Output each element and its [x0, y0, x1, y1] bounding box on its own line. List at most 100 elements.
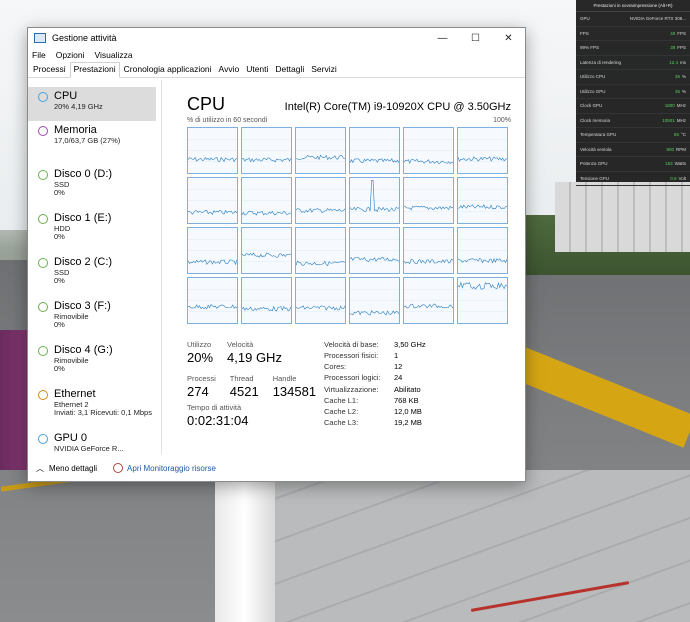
tab-users[interactable]: Utenti [243, 63, 271, 77]
sidebar-item-disco-0-d[interactable]: Disco 0 (D:) SSD 0% [28, 165, 161, 209]
info-key: Cache L1: [324, 395, 359, 405]
tab-services[interactable]: Servizi [308, 63, 340, 77]
sidebar-item-name: GPU 0 [54, 432, 88, 444]
overlay-value-unit: RPM [676, 146, 686, 152]
overlay-value-number: 1800 [664, 103, 675, 109]
overlay-value-unit: FPS [677, 30, 686, 36]
aircraft-fuselage [215, 470, 275, 622]
sidebar-item-detail: NVIDIA GeForce R... [54, 443, 124, 453]
sidebar-item-value: 0% [54, 232, 65, 242]
overlay-title: Prestazioni in sovraimpressione (Alt+R) [576, 0, 690, 12]
overlay-row-label: Tensione GPU [580, 175, 610, 181]
logical-processor-graph [295, 227, 346, 274]
overlay-row-value: 153 Watts [665, 161, 686, 166]
menu-view[interactable]: Visualizza [95, 50, 133, 60]
sidebar-item-name: Disco 0 (D:) [54, 168, 113, 180]
sidebar-item-memoria[interactable]: Memoria 17,0/63,7 GB (27%) [28, 121, 161, 165]
overlay-value-unit: ms [680, 59, 686, 65]
chevron-up-icon[interactable]: ︿ [36, 463, 44, 474]
logical-processor-graph [241, 177, 292, 224]
sidebar-item-detail: 20% 4,19 GHz [54, 101, 103, 111]
mini-graph-icon [38, 126, 48, 136]
logical-processor-graph [295, 177, 346, 224]
sidebar-item-disco-3-f[interactable]: Disco 3 (F:) Rimovibile 0% [28, 297, 161, 341]
sidebar-item-disco-4-g[interactable]: Disco 4 (G:) Rimovibile 0% [28, 341, 161, 385]
tab-details[interactable]: Dettagli [272, 63, 307, 77]
overlay-row: Potenza GPU 153 Watts [576, 157, 690, 172]
overlay-row: Clock memoria 10501 MHz [576, 114, 690, 128]
overlay-row: Utilizzo GPU 35% [576, 85, 690, 99]
performance-overlay: Prestazioni in sovraimpressione (Alt+R) … [576, 0, 690, 186]
sidebar-item-value: 0% [54, 188, 65, 198]
overlay-row-label: Velocità ventola [580, 146, 612, 152]
info-key: Processori logici: [324, 373, 381, 383]
mini-graph-icon [38, 258, 48, 268]
logical-processor-graph [403, 177, 454, 224]
sidebar-item-name: Memoria [54, 124, 97, 136]
logical-processor-graph [349, 127, 400, 174]
tab-bar: Processi Prestazioni Cronologia applicaz… [28, 62, 525, 78]
overlay-value-number: 12.4 [669, 59, 678, 65]
logical-processor-graph [403, 127, 454, 174]
overlay-value-unit: °C [680, 132, 686, 138]
overlay-row-label: GPU [580, 16, 590, 22]
overlay-row-label: FPS [580, 30, 589, 36]
open-resource-monitor-link[interactable]: Apri Monitoraggio risorse [127, 464, 216, 473]
threads-value: 4521 [229, 384, 259, 399]
overlay-value-number: 40 [670, 30, 676, 36]
handles-label: Handle [272, 374, 297, 383]
cpu-info-table: Velocità di base: 3,50 GHz Processori fisi… [324, 340, 454, 428]
window-title: Gestione attività [52, 33, 117, 43]
tab-startup[interactable]: Avvio [216, 63, 243, 77]
logical-processor-graph [241, 227, 292, 274]
overlay-row: Tensione GPU 0.9 Volt [576, 172, 690, 186]
sidebar-item-name: Disco 1 (E:) [54, 212, 112, 224]
sidebar-item-disco-2-c[interactable]: Disco 2 (C:) SSD 0% [28, 253, 161, 297]
title-bar[interactable]: Gestione attività — ☐ ✕ [28, 28, 525, 48]
sidebar-item-name: Disco 4 (G:) [54, 344, 113, 356]
info-key: Virtualizzazione: [324, 384, 379, 394]
overlay-row-value: NVIDIA GeForce RTX 308... [630, 16, 686, 21]
logical-processor-graphs[interactable] [187, 127, 509, 324]
overlay-value-number: 38 [670, 45, 676, 51]
tab-processes[interactable]: Processi [30, 63, 69, 77]
info-value: 768 KB [394, 395, 419, 405]
tab-performance[interactable]: Prestazioni [69, 62, 120, 78]
sidebar-item-gpu-0[interactable]: GPU 0 NVIDIA GeForce R... [28, 429, 161, 454]
minimize-button[interactable]: — [426, 28, 459, 48]
overlay-row-value: 35% [675, 89, 686, 94]
sidebar-item-ethernet[interactable]: Ethernet Ethernet 2 Inviati: 3,1 Ricevuti:… [28, 385, 161, 429]
mini-graph-icon [38, 346, 48, 356]
menu-file[interactable]: File [32, 50, 46, 60]
tab-app-history[interactable]: Cronologia applicazioni [121, 63, 215, 77]
overlay-row-label: 99% FPS [580, 45, 600, 51]
footer-bar: ︿ Meno dettagli Apri Monitoraggio risors… [28, 455, 525, 481]
overlay-row: GPU NVIDIA GeForce RTX 308... [576, 12, 690, 27]
info-value: 3,50 GHz [394, 340, 426, 349]
cpu-panel: CPU Intel(R) Core(TM) i9-10920X CPU @ 3.… [162, 80, 525, 454]
sidebar-item-value: 0% [54, 320, 65, 330]
mini-graph-icon [38, 92, 48, 102]
close-button[interactable]: ✕ [492, 28, 525, 48]
logical-processor-graph [349, 177, 400, 224]
sidebar-item-disco-1-e[interactable]: Disco 1 (E:) HDD 0% [28, 209, 161, 253]
overlay-row: Velocità ventola 800 RPM [576, 143, 690, 157]
fewer-details-button[interactable]: Meno dettagli [49, 464, 97, 473]
overlay-row: Utilizzo CPU 36% [576, 70, 690, 85]
logical-processor-graph [403, 277, 454, 324]
graph-max-label: 100% [493, 117, 511, 124]
maximize-button[interactable]: ☐ [459, 28, 492, 48]
overlay-value-number: 36 [674, 74, 680, 80]
sidebar-item-name: Ethernet [54, 388, 96, 400]
graph-label: % di utilizzo in 60 secondi [187, 117, 268, 124]
resource-monitor-icon [113, 463, 124, 473]
info-value: 24 [394, 373, 403, 383]
mini-graph-icon [38, 390, 48, 400]
logical-processor-graph [187, 177, 238, 224]
sidebar-item-cpu[interactable]: CPU 20% 4,19 GHz [28, 87, 156, 121]
logical-processor-graph [403, 227, 454, 274]
uptime-value: 0:02:31:04 [187, 413, 249, 428]
menu-options[interactable]: Opzioni [56, 50, 85, 60]
overlay-row: Clock GPU 1800 MHz [576, 99, 690, 114]
task-manager-icon [34, 33, 46, 43]
